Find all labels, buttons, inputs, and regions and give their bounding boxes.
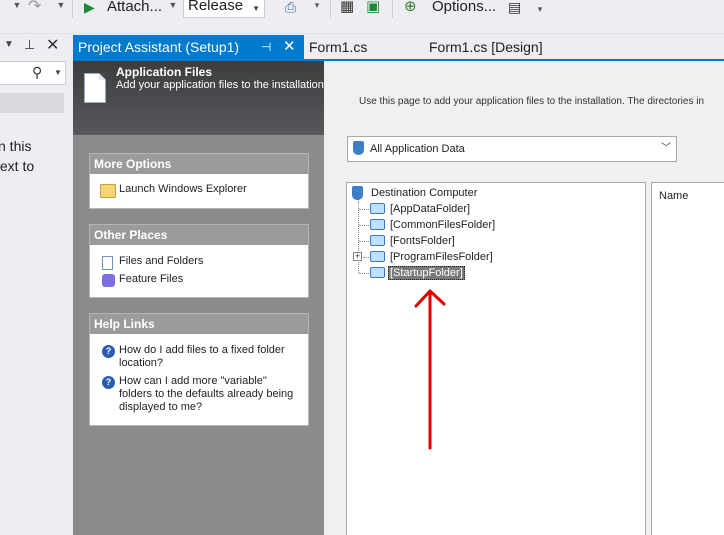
tree-guide-line bbox=[359, 225, 369, 226]
other-places-box: Other Places Files and Folders Feature F… bbox=[89, 224, 309, 298]
toolbar-overflow-icon[interactable]: ▾ bbox=[312, 0, 322, 14]
help-icon: ? bbox=[102, 345, 115, 358]
dropdown-icon[interactable]: ▼ bbox=[4, 39, 14, 50]
application-data-filter-select[interactable]: All Application Data ﹀ bbox=[347, 136, 677, 162]
truncated-text-line: n this bbox=[0, 138, 32, 154]
toolbar-customize-icon[interactable]: ▾ bbox=[535, 4, 545, 18]
pin-icon[interactable]: ⊣ bbox=[261, 35, 271, 59]
options-button[interactable]: Options... bbox=[432, 0, 496, 18]
tree-root-destination-computer[interactable]: Destination Computer bbox=[371, 186, 477, 200]
tree-node-programfilesfolder[interactable]: [ProgramFilesFolder] bbox=[370, 250, 493, 264]
configuration-value: Release bbox=[188, 0, 244, 14]
tab-label: Form1.cs [Design] bbox=[429, 39, 543, 55]
solution-configuration-select[interactable]: Release ▼ bbox=[183, 0, 265, 18]
assistant-title: Application Files bbox=[116, 65, 213, 79]
annotation-arrow bbox=[414, 289, 446, 450]
link-label: Feature Files bbox=[119, 273, 184, 285]
help-link-variable-folders[interactable]: ? How can I add more "variable" folders … bbox=[90, 375, 300, 414]
tree-node-label: Destination Computer bbox=[371, 187, 478, 199]
close-icon[interactable]: ✕ bbox=[46, 35, 59, 55]
chevron-down-icon: ﹀ bbox=[661, 143, 671, 154]
name-column-header[interactable]: Name bbox=[659, 190, 688, 202]
more-options-header: More Options bbox=[90, 154, 308, 174]
link-label: Files and Folders bbox=[119, 255, 204, 267]
installer-build-icon[interactable]: ▣ bbox=[366, 0, 380, 18]
solution-tree-strip bbox=[0, 93, 64, 113]
tree-node-label: [AppDataFolder] bbox=[390, 203, 471, 215]
page-instructions: Use this page to add your application fi… bbox=[359, 96, 705, 107]
tree-guide-line bbox=[359, 241, 369, 242]
redo-icon[interactable]: ↷ bbox=[28, 0, 41, 18]
pin-icon[interactable]: ⊥ bbox=[24, 37, 35, 53]
help-links-header: Help Links bbox=[90, 314, 308, 334]
folder-icon bbox=[370, 203, 385, 214]
tree-node-label-selected: [StartupFolder] bbox=[388, 266, 465, 280]
tree-node-commonfilesfolder[interactable]: [CommonFilesFolder] bbox=[370, 218, 496, 232]
file-list[interactable] bbox=[651, 182, 724, 535]
toolbar-separator bbox=[72, 0, 73, 18]
tree-node-label: [FontsFolder] bbox=[390, 235, 455, 247]
toolbar-separator bbox=[392, 0, 393, 18]
globe-options-icon[interactable]: ⊕ bbox=[404, 0, 417, 18]
tree-guide-line bbox=[359, 209, 369, 210]
other-places-header: Other Places bbox=[90, 225, 308, 245]
close-icon[interactable]: ✕ bbox=[283, 35, 296, 59]
start-play-icon[interactable]: ▶ bbox=[84, 0, 95, 18]
expand-icon[interactable]: + bbox=[353, 252, 362, 261]
solution-explorer-header: ▼ ⊥ ✕ bbox=[0, 35, 72, 59]
undo-dropdown-icon[interactable]: ▼ bbox=[12, 0, 22, 14]
link-label: How can I add more "variable" folders to… bbox=[119, 375, 294, 413]
tree-node-startupfolder[interactable]: [StartupFolder] bbox=[370, 266, 465, 280]
help-links-box: Help Links ? How do I add files to a fix… bbox=[89, 313, 309, 426]
link-label: How do I add files to a fixed folder loc… bbox=[119, 344, 285, 369]
feature-icon bbox=[102, 274, 115, 287]
document-icon bbox=[84, 73, 106, 103]
solution-panel-text: n this text to bbox=[0, 136, 70, 176]
link-label: Launch Windows Explorer bbox=[119, 183, 247, 195]
tree-guide-line bbox=[358, 201, 359, 273]
assistant-subtitle: Add your application files to the instal… bbox=[116, 79, 327, 91]
help-link-fixed-folder[interactable]: ? How do I add files to a fixed folder l… bbox=[90, 344, 290, 370]
redo-dropdown-icon[interactable]: ▼ bbox=[56, 0, 66, 14]
tree-node-fontsfolder[interactable]: [FontsFolder] bbox=[370, 234, 455, 248]
tab-form1-design[interactable]: Form1.cs [Design] bbox=[429, 35, 543, 59]
tab-label: Project Assistant (Setup1) bbox=[78, 39, 240, 55]
toolbar-separator bbox=[330, 0, 331, 18]
folder-icon bbox=[100, 184, 116, 198]
attach-button[interactable]: Attach... bbox=[107, 0, 162, 18]
file-icon bbox=[102, 256, 113, 270]
folder-icon bbox=[370, 251, 385, 262]
folder-icon bbox=[370, 235, 385, 246]
tab-form1-cs[interactable]: Form1.cs bbox=[309, 35, 367, 59]
files-and-folders-link[interactable]: Files and Folders bbox=[90, 255, 308, 270]
tree-guide-line bbox=[359, 273, 369, 274]
chevron-down-icon: ▼ bbox=[252, 4, 260, 13]
computer-icon bbox=[352, 186, 363, 200]
attach-dropdown-icon[interactable]: ▼ bbox=[168, 0, 178, 14]
launch-explorer-link[interactable]: Launch Windows Explorer bbox=[90, 183, 308, 198]
solution-search-input[interactable]: ⚲ ▼ bbox=[0, 61, 66, 85]
help-icon: ? bbox=[102, 376, 115, 389]
filter-value: All Application Data bbox=[370, 143, 465, 155]
tree-node-appdatafolder[interactable]: [AppDataFolder] bbox=[370, 202, 471, 216]
tree-node-label: [ProgramFilesFolder] bbox=[390, 251, 493, 263]
truncated-text-line: text to bbox=[0, 158, 35, 174]
tab-project-assistant[interactable]: Project Assistant (Setup1) ⊣ ✕ bbox=[73, 35, 304, 59]
feature-files-link[interactable]: Feature Files bbox=[90, 273, 308, 287]
more-options-box: More Options Launch Windows Explorer bbox=[89, 153, 309, 209]
folder-icon bbox=[370, 219, 385, 230]
properties-icon[interactable]: ▦ bbox=[340, 0, 354, 18]
search-icon: ⚲ bbox=[32, 64, 43, 80]
tree-node-label: [CommonFilesFolder] bbox=[390, 219, 496, 231]
folder-icon bbox=[370, 267, 385, 278]
browser-link-icon[interactable]: ⎙ bbox=[285, 0, 296, 18]
tab-label: Form1.cs bbox=[309, 39, 368, 55]
computer-icon bbox=[353, 141, 364, 155]
main-toolbar: ▼ ↷ ▼ ▶ Attach... ▼ Release ▼ ⎙ ▾ ▦ ▣ ⊕ … bbox=[0, 0, 724, 34]
help-book-icon[interactable]: ▤ bbox=[508, 0, 521, 18]
chevron-down-icon: ▼ bbox=[54, 68, 62, 77]
